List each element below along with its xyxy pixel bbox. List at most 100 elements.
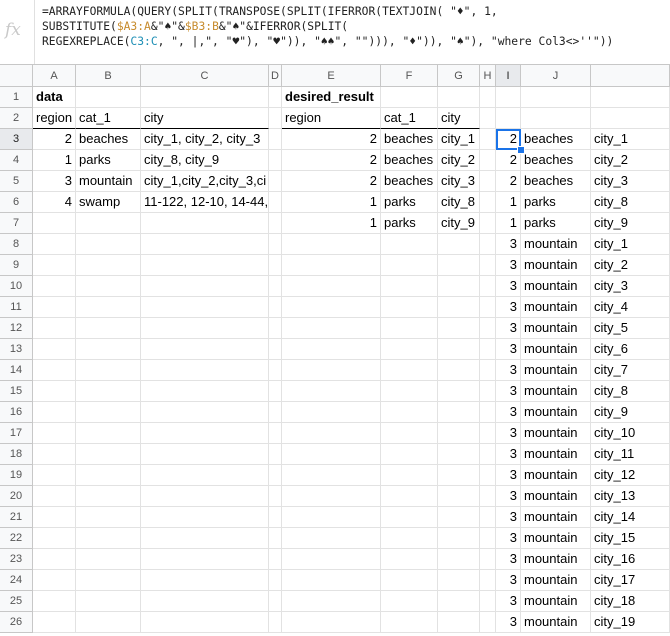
cell-c19[interactable] bbox=[141, 465, 269, 486]
cell-a20[interactable] bbox=[33, 486, 76, 507]
cell-i5[interactable]: 2 bbox=[496, 171, 521, 192]
cell-overflow-23[interactable]: city_16 bbox=[591, 549, 670, 570]
cell-h6[interactable] bbox=[480, 192, 496, 213]
cell-d10[interactable] bbox=[269, 276, 282, 297]
column-header-h[interactable]: H bbox=[480, 65, 496, 87]
cell-d15[interactable] bbox=[269, 381, 282, 402]
cell-d4[interactable] bbox=[269, 150, 282, 171]
cell-c3[interactable]: city_1, city_2, city_3 bbox=[141, 129, 269, 150]
cell-c6[interactable]: 11-122, 12-10, 14-44, bbox=[141, 192, 269, 213]
cell-h1[interactable] bbox=[480, 87, 496, 108]
cell-d9[interactable] bbox=[269, 255, 282, 276]
column-header-a[interactable]: A bbox=[33, 65, 76, 87]
cell-j22[interactable]: mountain bbox=[521, 528, 591, 549]
cell-j19[interactable]: mountain bbox=[521, 465, 591, 486]
cell-g4[interactable]: city_2 bbox=[438, 150, 480, 171]
cell-i6[interactable]: 1 bbox=[496, 192, 521, 213]
cell-overflow-12[interactable]: city_5 bbox=[591, 318, 670, 339]
cell-i25[interactable]: 3 bbox=[496, 591, 521, 612]
cell-j9[interactable]: mountain bbox=[521, 255, 591, 276]
cell-overflow-21[interactable]: city_14 bbox=[591, 507, 670, 528]
cell-j14[interactable]: mountain bbox=[521, 360, 591, 381]
cell-g19[interactable] bbox=[438, 465, 480, 486]
cell-j1[interactable] bbox=[521, 87, 591, 108]
cell-overflow-19[interactable]: city_12 bbox=[591, 465, 670, 486]
cell-a9[interactable] bbox=[33, 255, 76, 276]
cell-a24[interactable] bbox=[33, 570, 76, 591]
cell-g21[interactable] bbox=[438, 507, 480, 528]
cell-overflow-9[interactable]: city_2 bbox=[591, 255, 670, 276]
column-header-e[interactable]: E bbox=[282, 65, 381, 87]
cell-g16[interactable] bbox=[438, 402, 480, 423]
cell-i20[interactable]: 3 bbox=[496, 486, 521, 507]
row-header-18[interactable]: 18 bbox=[0, 444, 33, 465]
cell-overflow-4[interactable]: city_2 bbox=[591, 150, 670, 171]
cell-b9[interactable] bbox=[76, 255, 141, 276]
cell-e22[interactable] bbox=[282, 528, 381, 549]
cell-h22[interactable] bbox=[480, 528, 496, 549]
cell-f12[interactable] bbox=[381, 318, 438, 339]
row-header-15[interactable]: 15 bbox=[0, 381, 33, 402]
cell-g6[interactable]: city_8 bbox=[438, 192, 480, 213]
fill-handle[interactable] bbox=[517, 146, 525, 154]
cell-c18[interactable] bbox=[141, 444, 269, 465]
cell-d13[interactable] bbox=[269, 339, 282, 360]
cell-b21[interactable] bbox=[76, 507, 141, 528]
cell-i16[interactable]: 3 bbox=[496, 402, 521, 423]
column-header-j[interactable]: J bbox=[521, 65, 591, 87]
cell-e4[interactable]: 2 bbox=[282, 150, 381, 171]
cell-b7[interactable] bbox=[76, 213, 141, 234]
cell-h4[interactable] bbox=[480, 150, 496, 171]
cell-j23[interactable]: mountain bbox=[521, 549, 591, 570]
cell-a13[interactable] bbox=[33, 339, 76, 360]
cell-c20[interactable] bbox=[141, 486, 269, 507]
row-header-23[interactable]: 23 bbox=[0, 549, 33, 570]
cell-f18[interactable] bbox=[381, 444, 438, 465]
cell-overflow-25[interactable]: city_18 bbox=[591, 591, 670, 612]
cell-d6[interactable] bbox=[269, 192, 282, 213]
row-header-8[interactable]: 8 bbox=[0, 234, 33, 255]
cell-overflow-14[interactable]: city_7 bbox=[591, 360, 670, 381]
row-header-10[interactable]: 10 bbox=[0, 276, 33, 297]
cell-overflow-11[interactable]: city_4 bbox=[591, 297, 670, 318]
cell-h7[interactable] bbox=[480, 213, 496, 234]
cell-b22[interactable] bbox=[76, 528, 141, 549]
cell-b14[interactable] bbox=[76, 360, 141, 381]
cell-d11[interactable] bbox=[269, 297, 282, 318]
cell-c17[interactable] bbox=[141, 423, 269, 444]
cell-i17[interactable]: 3 bbox=[496, 423, 521, 444]
cell-overflow-6[interactable]: city_8 bbox=[591, 192, 670, 213]
cell-a8[interactable] bbox=[33, 234, 76, 255]
cell-i19[interactable]: 3 bbox=[496, 465, 521, 486]
cell-a16[interactable] bbox=[33, 402, 76, 423]
cell-f3[interactable]: beaches bbox=[381, 129, 438, 150]
cell-e13[interactable] bbox=[282, 339, 381, 360]
cell-e15[interactable] bbox=[282, 381, 381, 402]
cell-d20[interactable] bbox=[269, 486, 282, 507]
cell-a19[interactable] bbox=[33, 465, 76, 486]
cell-d25[interactable] bbox=[269, 591, 282, 612]
cell-f26[interactable] bbox=[381, 612, 438, 633]
cell-j4[interactable]: beaches bbox=[521, 150, 591, 171]
row-header-21[interactable]: 21 bbox=[0, 507, 33, 528]
cell-overflow-18[interactable]: city_11 bbox=[591, 444, 670, 465]
cell-c25[interactable] bbox=[141, 591, 269, 612]
row-header-7[interactable]: 7 bbox=[0, 213, 33, 234]
cell-c1[interactable] bbox=[141, 87, 269, 108]
cell-f10[interactable] bbox=[381, 276, 438, 297]
cell-f16[interactable] bbox=[381, 402, 438, 423]
cell-a5[interactable]: 3 bbox=[33, 171, 76, 192]
cell-a25[interactable] bbox=[33, 591, 76, 612]
cell-g11[interactable] bbox=[438, 297, 480, 318]
cell-j25[interactable]: mountain bbox=[521, 591, 591, 612]
cell-j5[interactable]: beaches bbox=[521, 171, 591, 192]
cell-e21[interactable] bbox=[282, 507, 381, 528]
cell-j24[interactable]: mountain bbox=[521, 570, 591, 591]
cell-g20[interactable] bbox=[438, 486, 480, 507]
cell-d14[interactable] bbox=[269, 360, 282, 381]
cell-b10[interactable] bbox=[76, 276, 141, 297]
cell-c9[interactable] bbox=[141, 255, 269, 276]
row-header-4[interactable]: 4 bbox=[0, 150, 33, 171]
cell-i12[interactable]: 3 bbox=[496, 318, 521, 339]
row-header-1[interactable]: 1 bbox=[0, 87, 33, 108]
